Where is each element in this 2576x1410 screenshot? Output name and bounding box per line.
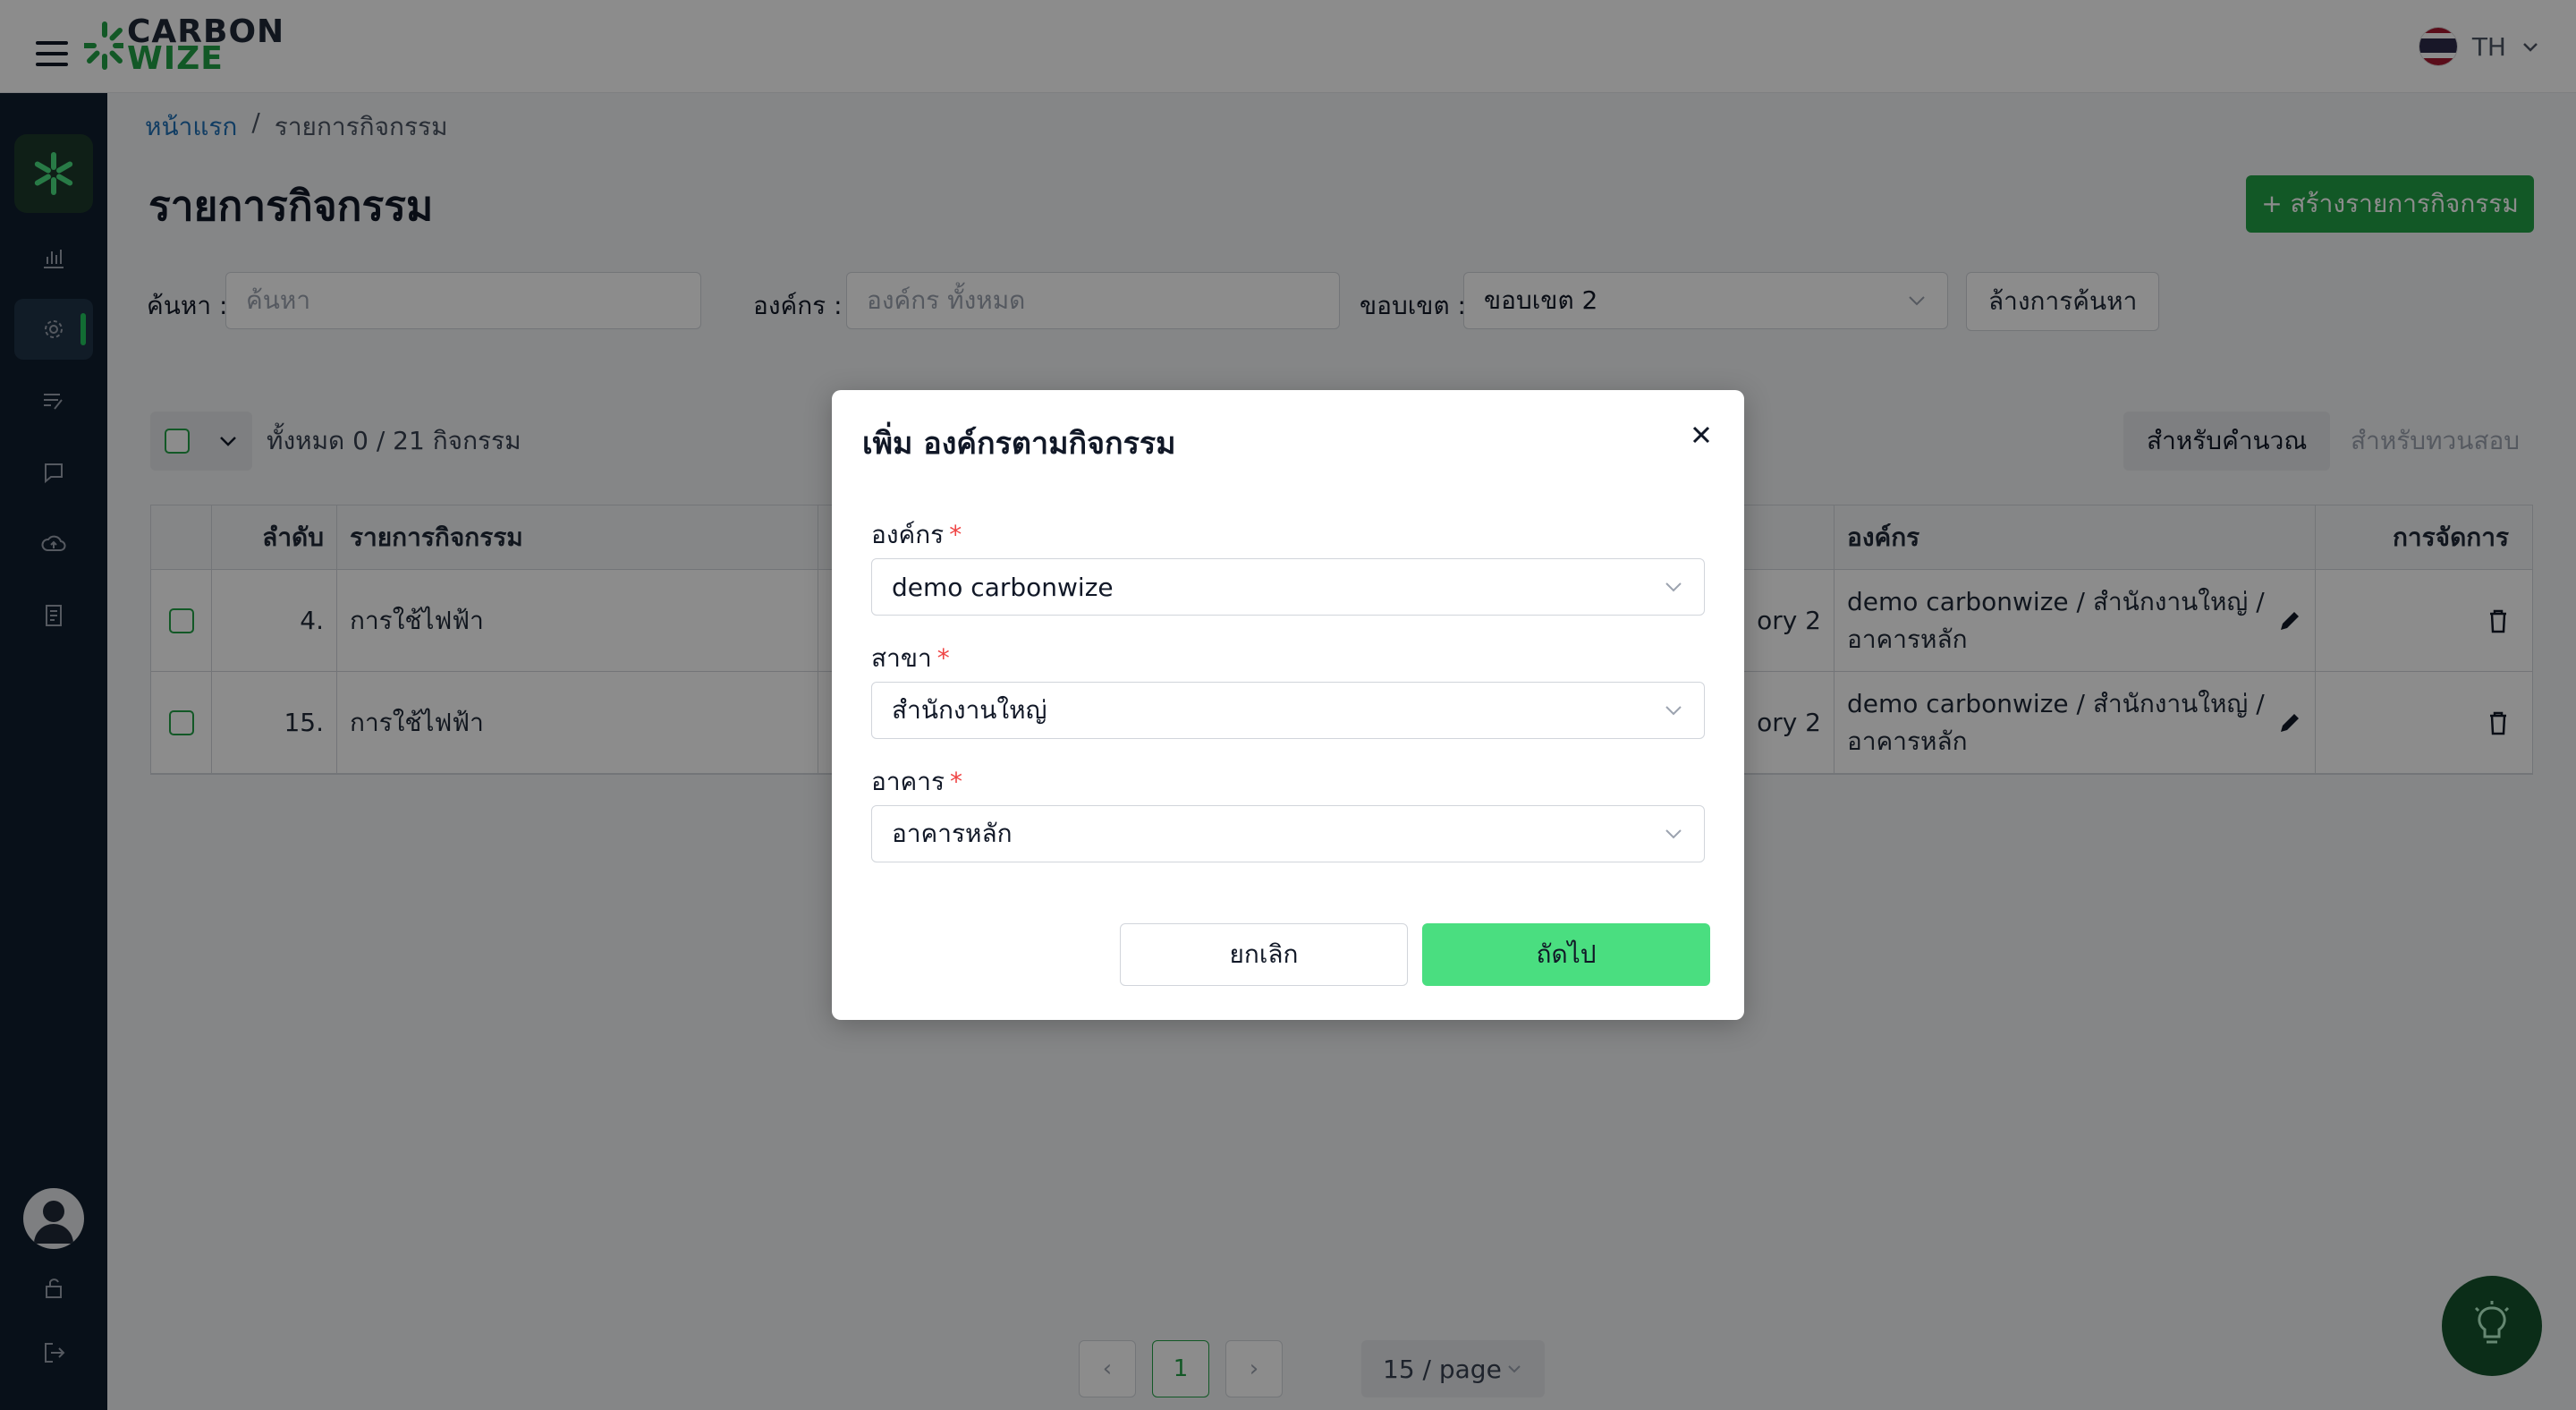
building-select-value: อาคารหลัก	[892, 819, 1013, 848]
close-icon[interactable]	[1685, 419, 1717, 451]
chevron-down-icon	[1665, 706, 1682, 716]
next-button[interactable]: ถัดไป	[1422, 923, 1710, 986]
building-field-label: อาคาร *	[871, 767, 963, 796]
chevron-down-icon	[1665, 829, 1682, 839]
org-field-label: องค์กร *	[871, 520, 962, 549]
branch-field-label: สาขา *	[871, 643, 950, 673]
branch-select[interactable]: สำนักงานใหญ่	[871, 682, 1705, 739]
branch-select-value: สำนักงานใหญ่	[892, 695, 1047, 725]
add-org-modal: เพิ่ม องค์กรตามกิจกรรม องค์กร * demo carb…	[832, 390, 1744, 1020]
building-select[interactable]: อาคารหลัก	[871, 805, 1705, 862]
cancel-button[interactable]: ยกเลิก	[1120, 923, 1408, 986]
modal-title: เพิ่ม องค์กรตามกิจกรรม	[862, 426, 1176, 462]
org-select[interactable]: demo carbonwize	[871, 558, 1705, 616]
chevron-down-icon	[1665, 582, 1682, 592]
org-select-value: demo carbonwize	[892, 572, 1114, 602]
